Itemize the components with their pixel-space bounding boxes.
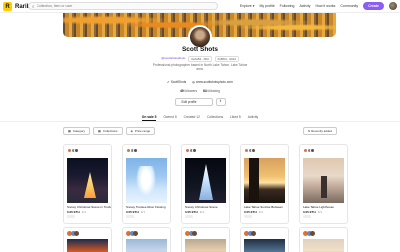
profile-handle[interactable]: @scottshotsphoto	[161, 56, 185, 62]
nft-image[interactable]	[244, 239, 285, 252]
bid-placeholder	[185, 215, 193, 218]
nft-image[interactable]	[303, 239, 344, 252]
nft-image[interactable]	[126, 158, 167, 203]
tabs-divider	[0, 121, 400, 122]
search-bar[interactable]: ⌕	[28, 2, 218, 10]
nft-image[interactable]	[244, 158, 285, 203]
nft-image[interactable]	[67, 239, 108, 252]
card-owners	[244, 148, 256, 153]
nft-title[interactable]: Snowy Christmas Scene	[185, 205, 229, 209]
profile-bio: Professional photographer based in North…	[152, 63, 248, 72]
nft-card[interactable]	[240, 227, 289, 252]
nft-card[interactable]: Snowy Christmas Scene in Truckee 0.05 ET…	[63, 144, 112, 224]
card-owners	[67, 148, 79, 153]
top-nav: R Rarible ⌕ Explore▾ My profile Followin…	[0, 0, 400, 13]
nft-card[interactable]	[63, 227, 112, 252]
sort-icon: ⇅	[307, 129, 311, 133]
card-owners	[67, 231, 79, 236]
owner-avatar[interactable]	[133, 148, 138, 153]
owner-avatar[interactable]	[74, 148, 79, 153]
twitter-link[interactable]: ✔ ScottShots	[167, 80, 186, 84]
nav-link-my-profile[interactable]: My profile	[259, 4, 274, 8]
nft-card[interactable]	[122, 227, 171, 252]
owner-avatar[interactable]	[192, 148, 197, 153]
category-filter[interactable]: ▦ Category	[63, 127, 91, 135]
grid-icon: ▦	[68, 129, 71, 133]
chevron-down-icon: ▾	[252, 4, 255, 8]
card-owners	[126, 231, 138, 236]
owner-avatar[interactable]	[251, 148, 256, 153]
edit-profile-button[interactable]: Edit profile	[174, 98, 213, 106]
wallet-address[interactable]: 0x2a53...f3fd	[188, 56, 212, 62]
grid-icon: ▦	[98, 129, 101, 133]
card-owners	[303, 231, 315, 236]
explore-dropdown[interactable]: Explore ▾	[240, 4, 255, 8]
nft-price: 0.05 ETH 1/1	[303, 210, 322, 214]
tag-icon: ◈	[130, 129, 133, 133]
nft-title[interactable]: Lake Tahoe Sunrise Between	[244, 205, 288, 209]
nft-price: 0.05 ETH 1/1	[185, 210, 204, 214]
bid-placeholder	[126, 215, 134, 218]
website-link[interactable]: ◍ www.scottshotsphoto.com	[192, 80, 233, 84]
bid-placeholder	[67, 215, 75, 218]
nft-image[interactable]	[185, 158, 226, 203]
owner-avatar[interactable]	[310, 231, 315, 236]
create-button[interactable]: Create	[363, 2, 384, 10]
card-owners	[126, 148, 138, 153]
nft-title[interactable]: Snowy Truckee River Flowing	[126, 205, 170, 209]
nav-links: Explore ▾ My profile Following Activity H…	[240, 2, 397, 10]
nft-price: 0.05 ETH 1/1	[126, 210, 145, 214]
collections-filter[interactable]: ▦ Collections	[93, 127, 123, 135]
nav-link-how-it-works[interactable]: How it works	[316, 4, 336, 8]
twitter-icon: ✔	[167, 80, 170, 84]
nft-price: 0.05 ETH 1/1	[67, 210, 86, 214]
bid-placeholder	[303, 215, 311, 218]
profile-links: ✔ ScottShots ◍ www.scottshotsphoto.com	[0, 80, 400, 84]
logo-mark-icon: R	[3, 2, 12, 11]
owner-avatar[interactable]	[133, 231, 138, 236]
search-input[interactable]	[36, 4, 207, 8]
nft-image[interactable]	[67, 158, 108, 203]
nft-image[interactable]	[126, 239, 167, 252]
card-owners	[244, 231, 256, 236]
followers-stat[interactable]: 49 followers	[180, 89, 197, 93]
handle-row: @scottshotsphoto 0x2a53...f3fd 0x8f64...…	[0, 56, 400, 62]
filters-bar: ▦ Category ▦ Collections ◈ Price range	[63, 127, 156, 135]
nft-image[interactable]	[185, 239, 226, 252]
search-icon: ⌕	[32, 3, 35, 9]
bid-placeholder	[244, 215, 252, 218]
nft-image[interactable]	[303, 158, 344, 203]
following-stat[interactable]: 64 following	[203, 89, 220, 93]
card-owners	[185, 148, 197, 153]
profile-actions: Edit profile ⇪	[0, 98, 400, 106]
share-button[interactable]: ⇪	[215, 98, 226, 106]
nft-price: 0.05 ETH 1/1	[244, 210, 263, 214]
nft-card[interactable]	[299, 227, 348, 252]
nft-card[interactable]	[181, 227, 230, 252]
profile-name: Scott Shots	[181, 46, 219, 53]
nft-card[interactable]: Lake Tahoe Lighthouse 0.05 ETH 1/1	[299, 144, 348, 224]
globe-icon: ◍	[192, 80, 196, 84]
nft-card[interactable]: Snowy Christmas Scene 0.05 ETH 1/1	[181, 144, 230, 224]
owner-avatar[interactable]	[74, 231, 79, 236]
nft-card[interactable]: Lake Tahoe Sunrise Between 0.05 ETH 1/1	[240, 144, 289, 224]
nav-link-activity[interactable]: Activity	[299, 4, 310, 8]
owner-avatar[interactable]	[192, 231, 197, 236]
profile-stats: 49 followers 64 following	[0, 89, 400, 93]
owner-avatar[interactable]	[251, 231, 256, 236]
owner-avatar[interactable]	[310, 148, 315, 153]
sort-dropdown[interactable]: ⇅ Recently added	[302, 127, 337, 135]
contract-address[interactable]: 0x8f64...3d1d	[214, 56, 239, 62]
card-owners	[185, 231, 197, 236]
nft-title[interactable]: Lake Tahoe Lighthouse	[303, 205, 347, 209]
nft-card[interactable]: Snowy Truckee River Flowing 0.05 ETH 1/1	[122, 144, 171, 224]
price-filter[interactable]: ◈ Price range	[125, 127, 156, 135]
nav-link-community[interactable]: Community	[340, 4, 358, 8]
nav-link-following[interactable]: Following	[280, 4, 295, 8]
nft-title[interactable]: Snowy Christmas Scene in Truckee	[67, 205, 111, 209]
card-owners	[303, 148, 315, 153]
user-avatar[interactable]	[389, 2, 397, 10]
